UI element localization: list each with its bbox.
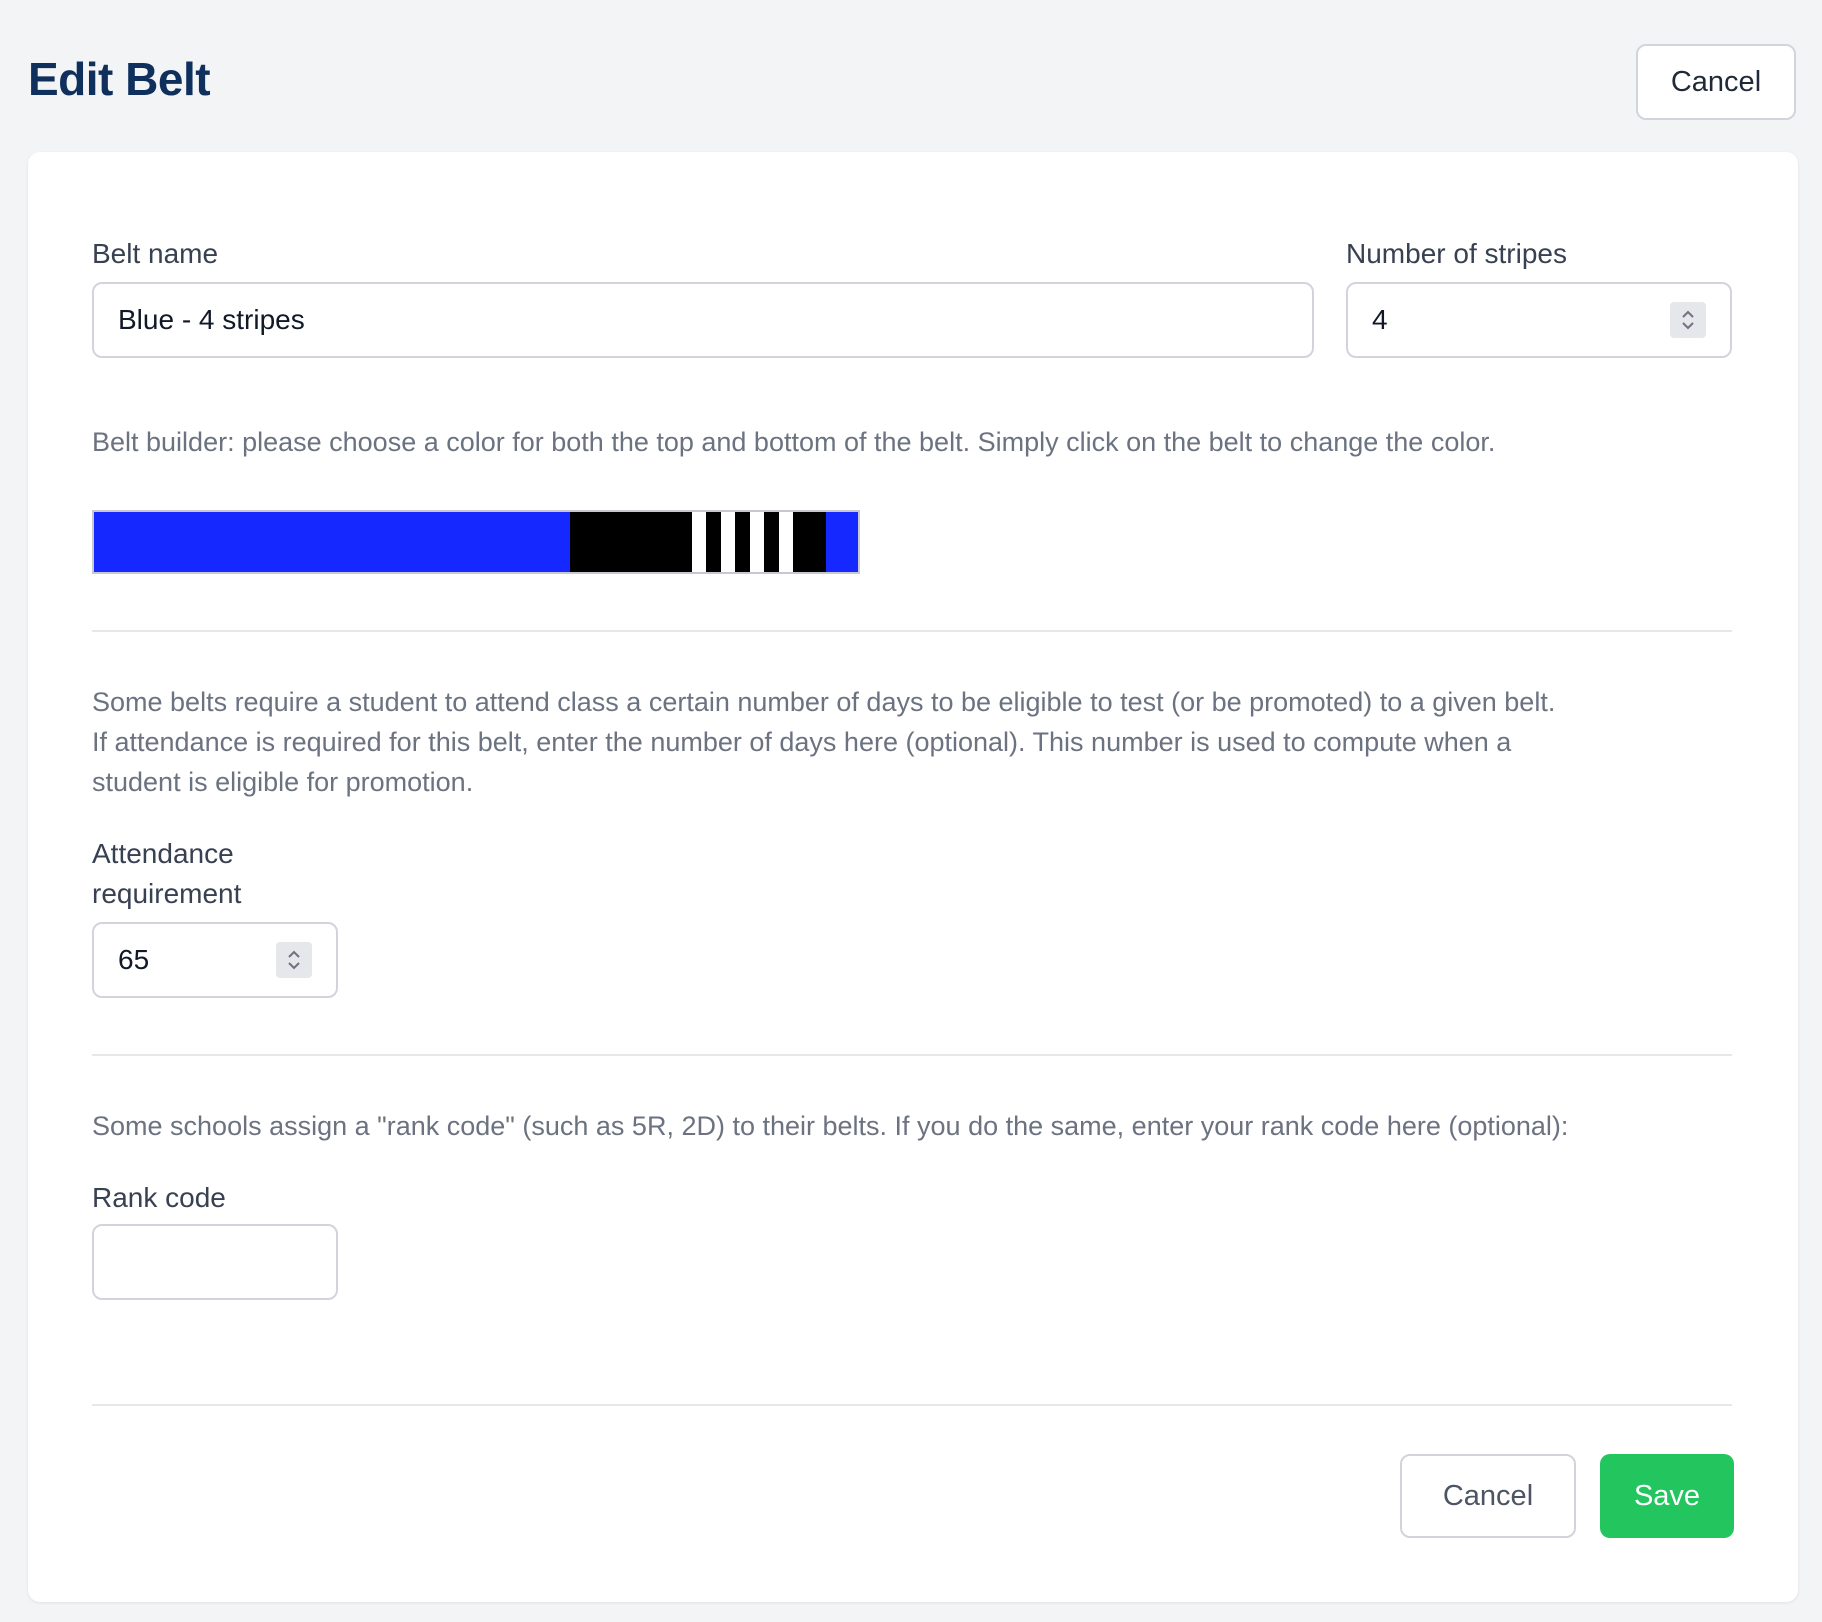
footer-cancel-button[interactable]: Cancel xyxy=(1400,1454,1576,1538)
stripes-value: 4 xyxy=(1372,304,1388,335)
footer-divider xyxy=(92,1404,1732,1406)
belt-end[interactable] xyxy=(826,512,858,572)
stripes-stepper[interactable] xyxy=(1670,302,1706,338)
up-down-chevron-icon xyxy=(288,950,300,970)
attendance-value: 65 xyxy=(118,944,150,975)
attendance-label-line-1: Attendance xyxy=(92,838,234,869)
belt-stripe xyxy=(721,512,735,572)
attendance-help-line-3: student is eligible for promotion. xyxy=(92,767,474,797)
attendance-help-line-1: Some belts require a student to attend c… xyxy=(92,687,1556,717)
rank-code-label: Rank code xyxy=(92,1182,226,1213)
section-divider xyxy=(92,1054,1732,1056)
attendance-label-line-2: requirement xyxy=(92,878,242,909)
attendance-help-line-2: If attendance is required for this belt,… xyxy=(92,727,1512,757)
belt-builder-help: Belt builder: please choose a color for … xyxy=(92,427,1496,457)
rank-code-help: Some schools assign a "rank code" (such … xyxy=(92,1111,1569,1141)
page-title: Edit Belt xyxy=(28,53,211,105)
belt-stripe xyxy=(750,512,764,572)
belt-stripe xyxy=(692,512,706,572)
belt-name-value: Blue - 4 stripes xyxy=(118,304,305,335)
belt-name-label: Belt name xyxy=(92,238,219,269)
page-header: Edit Belt Cancel xyxy=(0,0,1822,152)
rank-code-input[interactable] xyxy=(92,1224,338,1300)
up-down-chevron-icon xyxy=(1682,310,1694,330)
save-button[interactable]: Save xyxy=(1600,1454,1734,1538)
section-divider xyxy=(92,630,1732,632)
belt-name-input[interactable]: Blue - 4 stripes xyxy=(92,282,1314,358)
attendance-stepper[interactable] xyxy=(276,942,312,978)
stripes-label: Number of stripes xyxy=(1346,238,1567,269)
header-cancel-button[interactable]: Cancel xyxy=(1636,44,1796,120)
belt-body[interactable] xyxy=(94,512,570,572)
belt-builder-preview[interactable] xyxy=(92,510,860,574)
belt-stripe xyxy=(779,512,793,572)
edit-belt-form-card: Belt name Blue - 4 stripes Number of str… xyxy=(28,152,1798,1602)
